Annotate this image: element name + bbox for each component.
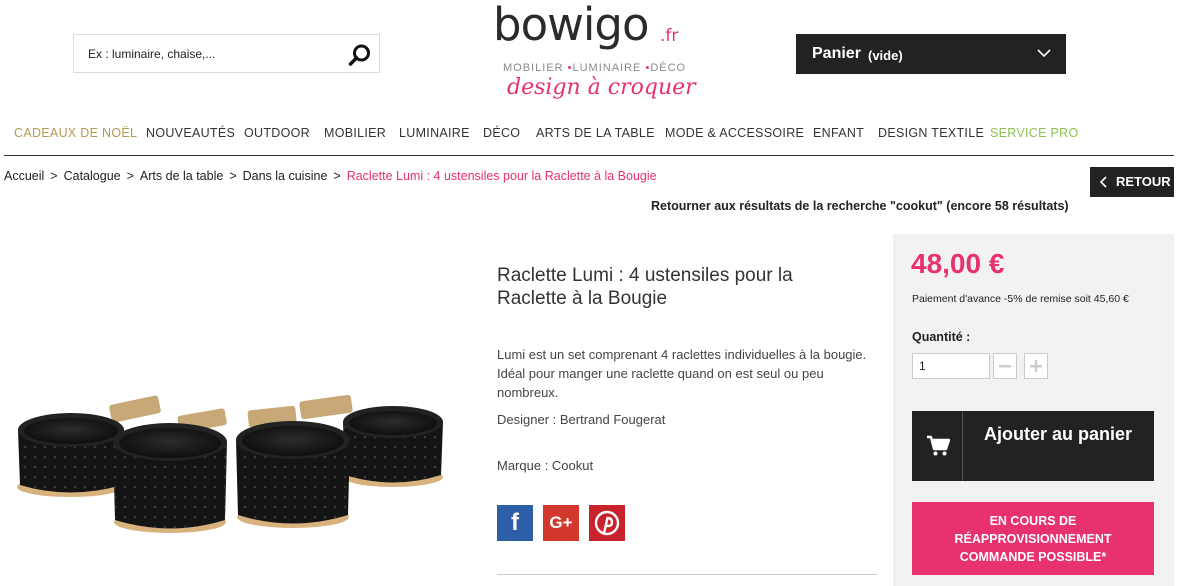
product-image[interactable] [0, 232, 470, 586]
cart-label: Panier [812, 45, 861, 62]
nav-item-design-textile[interactable]: DESIGN TEXTILE [878, 126, 984, 140]
product-description: Lumi est un set comprenant 4 raclettes i… [497, 347, 867, 400]
search-box [73, 34, 380, 73]
breadcrumb-separator: > [50, 169, 58, 183]
nav-item-mode-accessoire[interactable]: MODE & ACCESSOIRE [665, 126, 804, 140]
nav-item-luminaire[interactable]: LUMINAIRE [399, 126, 470, 140]
add-to-cart-button[interactable]: Ajouter au panier [912, 411, 1154, 481]
cart-dropdown[interactable]: Panier (vide) [796, 34, 1066, 74]
raclette-pan-2 [113, 408, 227, 533]
search-input[interactable] [74, 35, 334, 72]
quantity-label: Quantité : [912, 330, 971, 344]
googleplus-icon: G+ [549, 513, 573, 532]
breadcrumb-item-arts-de-la-table[interactable]: Arts de la table [140, 169, 223, 183]
logo-subtitle: MOBILIER •LUMINAIRE •DÉCO [503, 62, 687, 74]
nav-item-cadeaux-de-noel[interactable]: CADEAUX DE NOËL [14, 126, 137, 140]
add-to-cart-label: Ajouter au panier [983, 424, 1133, 444]
breadcrumb-separator: > [333, 169, 341, 183]
nav-item-enfant[interactable]: ENFANT [813, 126, 864, 140]
logo-wordmark: bowigo [493, 0, 649, 51]
nav-item-deco[interactable]: DÉCO [483, 126, 520, 140]
breadcrumb: Accueil > Catalogue > Arts de la table > Dans … [4, 169, 657, 183]
nav-item-outdoor[interactable]: OUTDOOR [244, 126, 310, 140]
logo-tagline: design à croquer [507, 75, 696, 100]
cart-state: (vide) [868, 48, 903, 63]
return-to-search-link[interactable]: Retourner aux résultats de la recherche … [651, 199, 1069, 213]
product-designer: Designer : Bertrand Fougerat [497, 412, 666, 427]
search-icon[interactable] [347, 42, 373, 68]
raclette-pan-3 [236, 405, 350, 528]
main-nav: CADEAUX DE NOËL NOUVEAUTÉS OUTDOOR MOBIL… [0, 118, 1178, 154]
chevron-left-icon [1099, 176, 1107, 188]
back-button-label: RETOUR [1116, 174, 1171, 189]
nav-item-mobilier[interactable]: MOBILIER [324, 126, 386, 140]
restock-line-3: COMMANDE POSSIBLE* [959, 550, 1107, 564]
nav-item-service-pro[interactable]: SERVICE PRO [990, 126, 1079, 140]
product-title: Raclette Lumi : 4 ustensiles pour la Rac… [497, 265, 793, 309]
breadcrumb-separator: > [126, 169, 134, 183]
product-brand: Marque : Cookut [497, 458, 594, 473]
breadcrumb-separator: > [229, 169, 237, 183]
minus-icon [999, 365, 1011, 368]
chevron-down-icon [1037, 49, 1051, 58]
quantity-increase-button[interactable] [1024, 353, 1048, 379]
nav-item-arts-de-la-table[interactable]: ARTS DE LA TABLE [536, 126, 655, 140]
breadcrumb-current: Raclette Lumi : 4 ustensiles pour la Rac… [346, 169, 657, 183]
quantity-decrease-button[interactable] [993, 353, 1017, 379]
logo-tld: .fr [660, 26, 679, 46]
share-googleplus-button[interactable]: G+ [543, 505, 579, 541]
advance-payment-note: Paiement d'avance -5% de remise soit 45,… [912, 293, 1129, 305]
share-facebook-button[interactable]: f [497, 505, 533, 541]
restock-line-1: EN COURS DE [989, 514, 1077, 528]
buy-box: 48,00 € Paiement d'avance -5% de remise … [893, 234, 1174, 586]
nav-item-nouveautes[interactable]: NOUVEAUTÉS [146, 126, 235, 140]
quantity-input[interactable] [912, 353, 990, 379]
facebook-icon: f [511, 509, 519, 536]
shopping-cart-icon [927, 435, 950, 456]
plus-icon [1030, 360, 1042, 372]
back-button[interactable]: RETOUR [1090, 167, 1174, 197]
info-divider [497, 574, 877, 575]
product-price: 48,00 € [911, 248, 1005, 279]
breadcrumb-item-dans-la-cuisine[interactable]: Dans la cuisine [243, 169, 328, 183]
breadcrumb-item-accueil[interactable]: Accueil [4, 169, 44, 183]
breadcrumb-item-catalogue[interactable]: Catalogue [64, 169, 121, 183]
pinterest-icon [594, 510, 620, 536]
restock-notice-button[interactable]: EN COURS DE RÉAPPROVISIONNEMENT COMMANDE… [912, 502, 1154, 575]
restock-line-2: RÉAPPROVISIONNEMENT [954, 532, 1112, 546]
share-pinterest-button[interactable] [589, 505, 625, 541]
nav-divider [4, 155, 1174, 156]
site-logo[interactable]: bowigo .fr MOBILIER •LUMINAIRE •DÉCO des… [485, 0, 696, 112]
